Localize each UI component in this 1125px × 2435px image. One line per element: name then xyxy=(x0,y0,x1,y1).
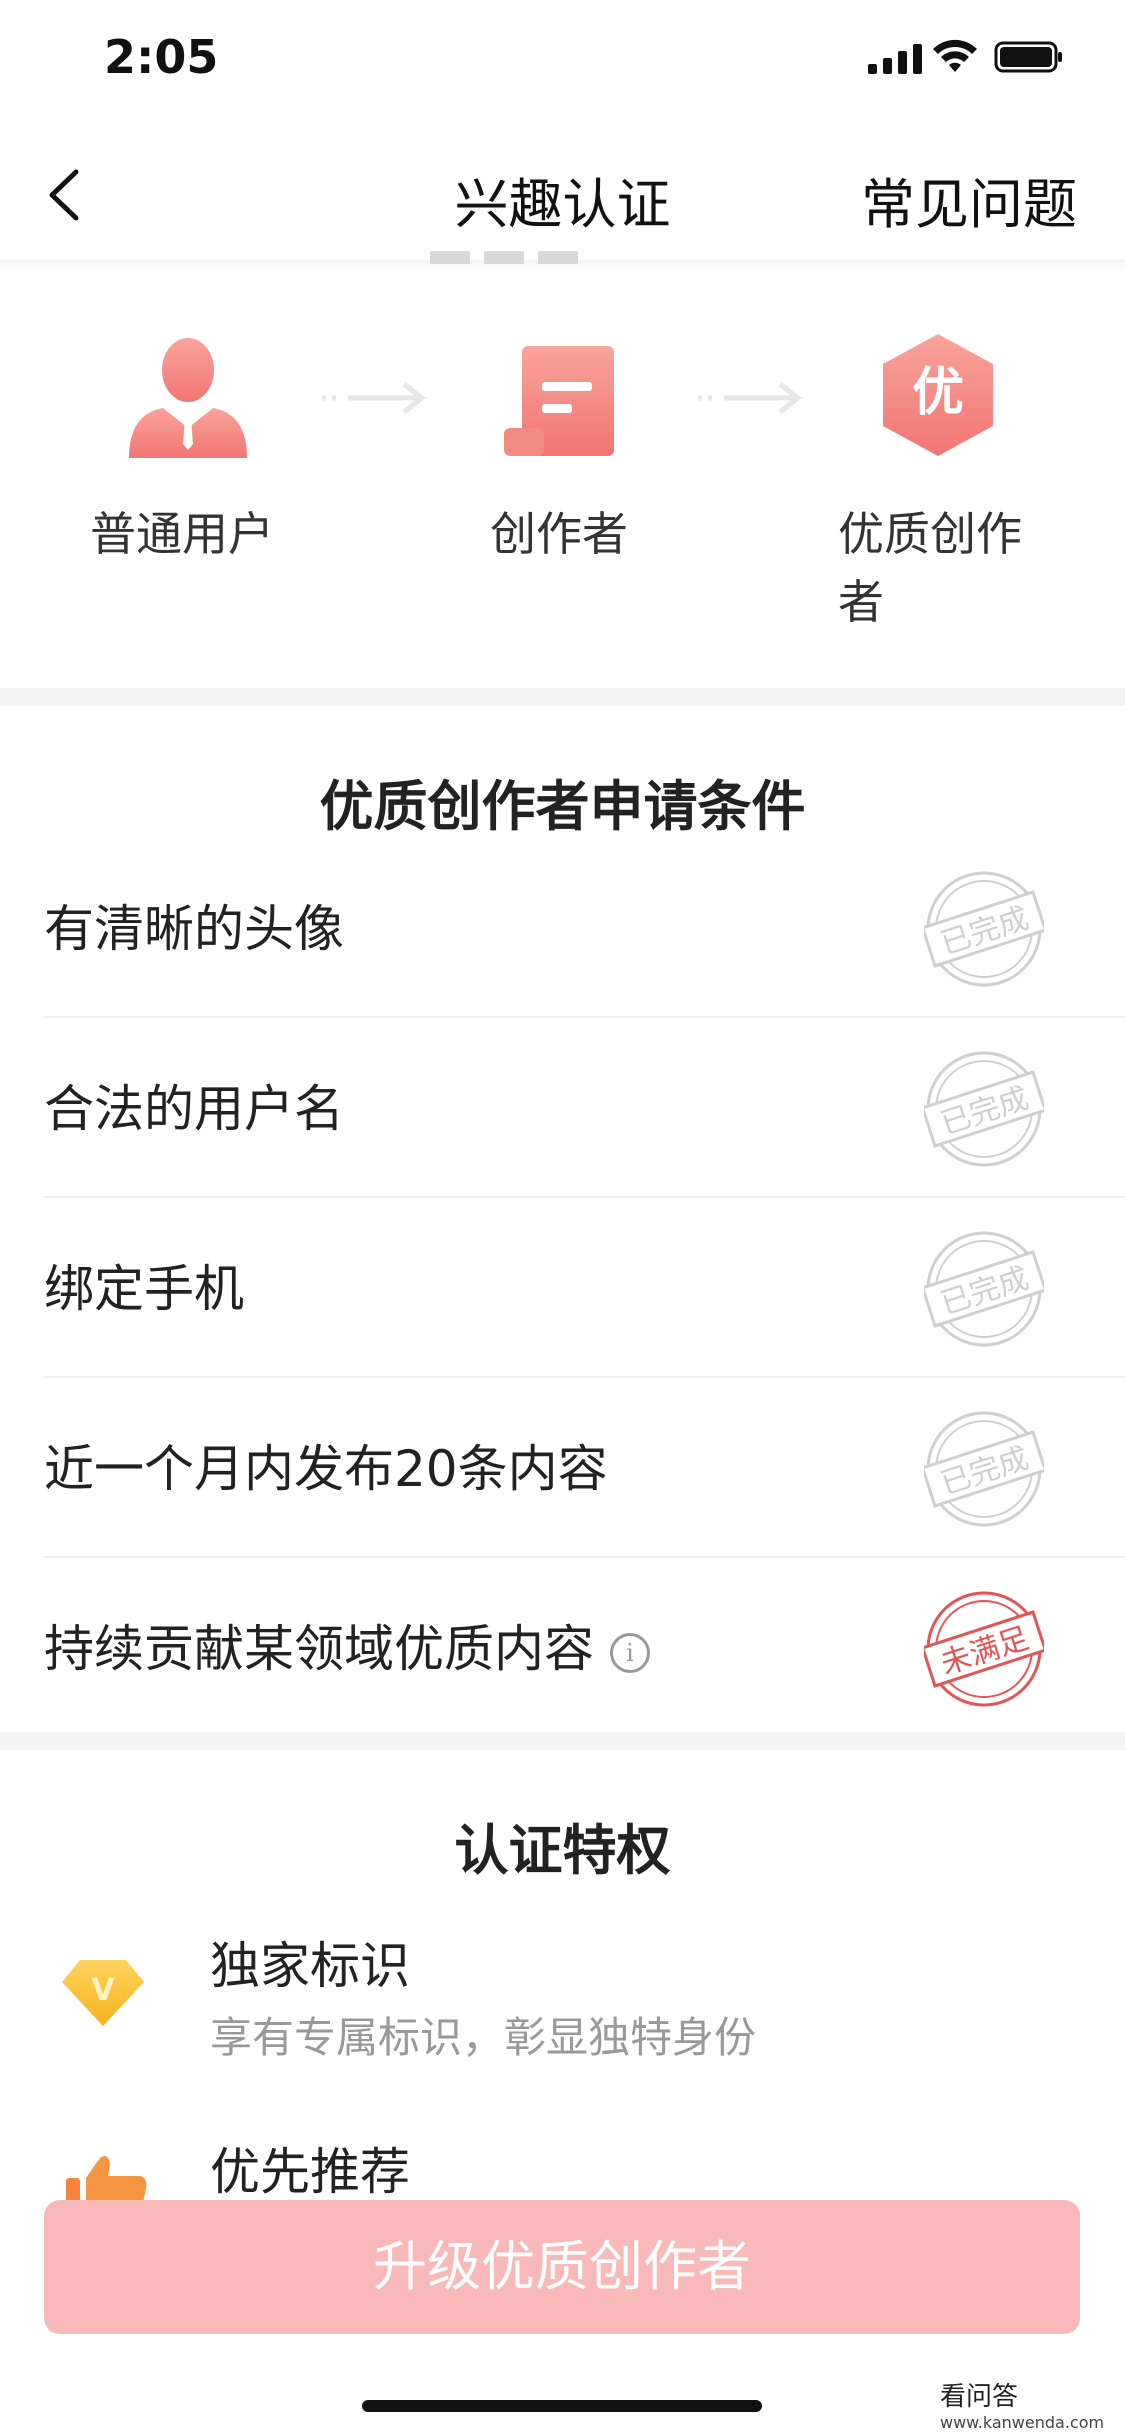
watermark: 看问答 www.kanwenda.com xyxy=(940,2376,1104,2432)
condition-row: 合法的用户名 已完成 xyxy=(44,1020,1125,1198)
not-met-stamp-icon: 未满足 xyxy=(924,1591,1044,1707)
row-divider xyxy=(44,1556,1125,1558)
conditions-title: 优质创作者申请条件 xyxy=(319,775,806,838)
condition-label: 绑定手机 xyxy=(44,1200,244,1378)
condition-text: 合法的用户名 xyxy=(44,1080,344,1138)
completed-stamp-icon: 已完成 xyxy=(924,1411,1044,1527)
upgrade-button[interactable]: 升级优质创作者 xyxy=(44,2200,1080,2334)
condition-row: 有清晰的头像 已完成 xyxy=(44,840,1125,1018)
battery-icon xyxy=(994,41,1062,73)
user-icon xyxy=(129,338,247,458)
arrow-right-icon xyxy=(698,382,803,414)
row-divider xyxy=(44,1016,1125,1018)
badge-char: 优 xyxy=(912,363,964,423)
step-label-quality-creator-line1: 优质创作 xyxy=(838,507,1022,561)
completed-stamp-icon: 已完成 xyxy=(924,871,1044,987)
condition-label: 持续贡献某领域优质内容 i xyxy=(44,1560,650,1738)
status-time: 2:05 xyxy=(104,30,219,84)
privilege-subtitle: 享有专属标识，彰显独特身份 xyxy=(210,2013,757,2062)
completed-stamp-icon: 已完成 xyxy=(924,1231,1044,1347)
condition-label: 近一个月内发布20条内容 xyxy=(44,1380,608,1558)
section-divider xyxy=(0,1732,1125,1750)
document-icon xyxy=(504,346,614,456)
section-divider xyxy=(0,688,1125,706)
step-label-creator: 创作者 xyxy=(490,507,628,561)
quality-badge-icon: 优 xyxy=(883,334,993,456)
watermark-brand: 看问答 xyxy=(940,2382,1019,2412)
privilege-title: 独家标识 xyxy=(210,1937,410,1995)
condition-text: 绑定手机 xyxy=(44,1260,244,1318)
cellular-signal-icon xyxy=(868,44,922,74)
privileges-title: 认证特权 xyxy=(454,1819,671,1882)
thumbs-up-icon xyxy=(66,2156,147,2202)
step-label-quality-creator-line2: 者 xyxy=(838,575,884,629)
condition-text: 持续贡献某领域优质内容 xyxy=(44,1620,594,1678)
completed-stamp-icon: 已完成 xyxy=(924,1051,1044,1167)
watermark-site: www.kanwenda.com xyxy=(940,2413,1105,2432)
diamond-v-char: V xyxy=(91,1973,115,2008)
diamond-v-icon: V xyxy=(62,1960,144,2026)
condition-label: 有清晰的头像 xyxy=(44,840,344,1018)
condition-label: 合法的用户名 xyxy=(44,1020,344,1198)
row-divider xyxy=(44,1196,1125,1198)
condition-row: 绑定手机 已完成 xyxy=(44,1200,1125,1378)
wifi-icon xyxy=(933,39,977,72)
info-icon[interactable]: i xyxy=(610,1632,650,1673)
home-indicator xyxy=(362,2400,762,2412)
clipped-header-text xyxy=(430,250,650,264)
condition-row: 近一个月内发布20条内容 已完成 xyxy=(44,1380,1125,1558)
condition-text: 有清晰的头像 xyxy=(44,900,344,958)
row-divider xyxy=(44,1376,1125,1378)
condition-row: 持续贡献某领域优质内容 i 未满足 xyxy=(44,1560,1125,1738)
faq-link[interactable]: 常见问题 xyxy=(861,160,1077,239)
arrow-right-icon xyxy=(322,382,427,414)
privilege-title: 优先推荐 xyxy=(210,2143,410,2201)
step-label-normal-user: 普通用户 xyxy=(90,507,274,561)
condition-text: 近一个月内发布20条内容 xyxy=(44,1440,608,1498)
